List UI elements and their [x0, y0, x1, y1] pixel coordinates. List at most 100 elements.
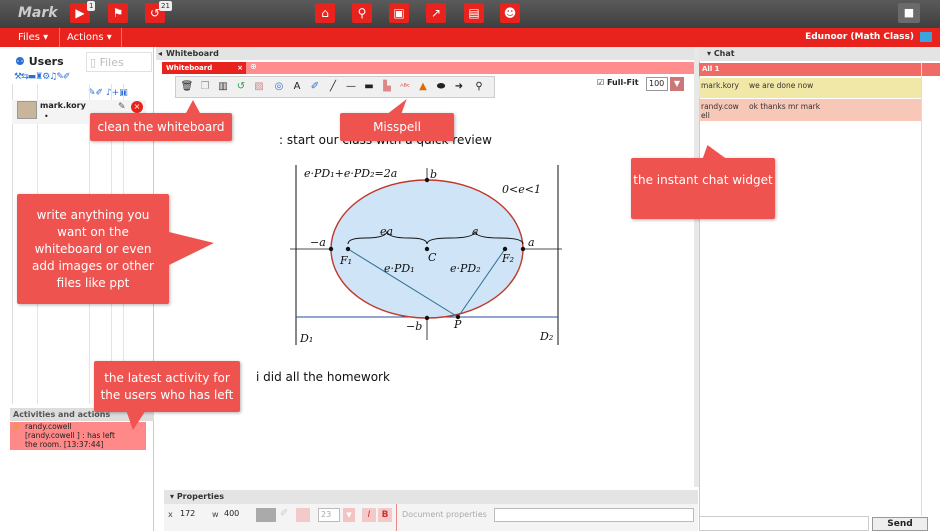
chat-header[interactable]: ▾ Chat	[699, 47, 940, 61]
zoom-input[interactable]: 100	[646, 77, 668, 91]
whiteboard-text-2[interactable]: i did all the homework	[256, 370, 390, 384]
checkbox-icon: ☑	[597, 78, 605, 87]
svg-text:b: b	[430, 168, 437, 181]
chat-text: we are done now	[749, 81, 814, 90]
video-badge: 1	[87, 1, 96, 11]
w-input[interactable]: 400	[222, 508, 252, 522]
chat-text: ok thanks mr mark	[749, 102, 821, 111]
kick-user-button[interactable]: ×	[131, 101, 143, 113]
fullfit-toggle[interactable]: ☑ Full-Fit	[597, 78, 639, 87]
user-tools[interactable]: ⚒⇆▬♜⚙♫✎✐	[14, 72, 70, 82]
rectangle-tool-icon[interactable]: ▬	[362, 80, 376, 94]
whiteboard-header: ◂ Whiteboard	[156, 47, 696, 60]
arrow-tool-icon[interactable]: ➜	[452, 80, 466, 94]
svg-text:C: C	[428, 251, 437, 264]
users-icon: ⚉	[15, 55, 25, 68]
highlighter-icon[interactable]: ▙	[380, 80, 394, 94]
x-label: x	[168, 510, 173, 519]
send-button[interactable]: Send	[872, 517, 928, 531]
search-button[interactable]: ⚲	[352, 3, 372, 23]
font-size-input[interactable]: 23	[318, 508, 340, 522]
save-icon[interactable]: ▥	[216, 80, 230, 94]
chevron-down-icon: ▼	[673, 79, 681, 88]
group-icon: ☻	[503, 6, 517, 20]
svg-text:a: a	[528, 236, 535, 249]
svg-text:e·PD₂: e·PD₂	[450, 262, 481, 275]
font-size-dropdown[interactable]: ▼	[343, 508, 355, 522]
group-button[interactable]: ☻	[500, 3, 520, 23]
whiteboard-toolbar: 🗑 ❐ ▥ ↺ ▨ ◎ A ✐ ╱ — ▬ ▙ ᴬᴮᶜ ▲ ⬬ ➜ ⚲	[175, 76, 495, 98]
room-name: Edunoor (Math Class)	[805, 32, 914, 42]
contact-card-icon: ▣	[393, 6, 405, 20]
w-label: w	[212, 510, 219, 519]
file-icon: ▯	[90, 56, 97, 69]
chat-tab-all[interactable]: All 1	[699, 63, 940, 76]
tab-files[interactable]: ▯ Files	[86, 52, 152, 72]
add-tab-icon[interactable]: ⊕	[250, 62, 257, 71]
ellipse-diagram-image[interactable]: e·PD₁+e·PD₂=2a b 0<e<1 −a a ea a F₁ F₂ C…	[290, 160, 565, 350]
pen-icon[interactable]: ✎	[118, 102, 126, 112]
x-input[interactable]: 172	[178, 508, 210, 522]
chat-user: randy.cow ell	[701, 102, 739, 120]
history-badge: 21	[159, 1, 172, 11]
top-bar: Mark ▶ 1 ⚑ ↺ 21 ⌂ ⚲ ▣ ↗ ▤ ☻ ■	[0, 0, 940, 28]
color-swatch[interactable]	[256, 508, 276, 522]
svg-text:−a: −a	[310, 236, 326, 249]
collapse-icon[interactable]: ◂	[158, 47, 162, 60]
tab-whiteboard[interactable]: Whiteboard ×	[162, 62, 246, 74]
padlock-icon: ■	[903, 6, 915, 19]
eraser-icon[interactable]: ✐	[280, 508, 294, 522]
properties-header[interactable]: ▾ Properties	[164, 490, 698, 504]
svg-text:e·PD₁: e·PD₁	[384, 262, 415, 275]
tab-users[interactable]: ⚉ Users	[12, 52, 84, 72]
ellipse-tool-icon[interactable]: ⬬	[434, 80, 448, 94]
user-name: mark.kory	[40, 101, 86, 110]
svg-text:0<e<1: 0<e<1	[502, 183, 541, 196]
menu-bar: Files ▾ Actions ▾ Edunoor (Math Class)	[0, 28, 940, 47]
home-button[interactable]: ⌂	[315, 3, 335, 23]
pen-tool-icon[interactable]: ✐	[308, 80, 322, 94]
logout-button[interactable]: ■	[898, 3, 920, 23]
search-icon: ⚲	[357, 6, 367, 20]
chat-message: mark.kory we are done now	[699, 78, 921, 98]
line-tool-icon[interactable]: ╱	[326, 80, 340, 94]
bold-button[interactable]: B	[378, 508, 392, 522]
callout-clean: clean the whiteboard	[90, 113, 232, 141]
contacts-button[interactable]: ▣	[389, 3, 409, 23]
svg-text:F₂: F₂	[501, 252, 514, 265]
monitor-icon[interactable]	[920, 32, 932, 42]
svg-text:D₂: D₂	[539, 330, 553, 343]
zoom-tool-icon[interactable]: ⚲	[472, 80, 486, 94]
share-button[interactable]: ↗	[426, 3, 446, 23]
callout-chat-widget: the instant chat widget	[631, 158, 775, 219]
lock-icon: ▤	[468, 6, 480, 20]
warning-icon: ⚠	[12, 422, 21, 432]
play-icon: ▶	[75, 6, 85, 20]
brand-name: Mark	[18, 5, 58, 21]
chat-user: mark.kory	[701, 81, 739, 90]
paint-icon[interactable]: ▲	[416, 80, 430, 94]
document-properties-label: Document properties	[402, 510, 487, 519]
close-tab-icon[interactable]: ×	[237, 62, 243, 74]
callout-write-anything: write anything you want on the whiteboar…	[17, 194, 169, 304]
lock-room-button[interactable]: ▤	[464, 3, 484, 23]
document-properties-input[interactable]	[494, 508, 694, 522]
undo-icon[interactable]: ↺	[234, 80, 248, 94]
fill-color-swatch[interactable]	[296, 508, 310, 522]
clear-whiteboard-icon[interactable]: 🗑	[180, 80, 194, 94]
flag-button[interactable]: ⚑	[108, 3, 128, 23]
image-icon[interactable]: ▨	[252, 80, 266, 94]
zoom-dropdown[interactable]: ▼	[670, 77, 684, 91]
underline-tool-icon[interactable]: —	[344, 80, 358, 94]
italic-button[interactable]: I	[362, 508, 376, 522]
text-tool-icon[interactable]: A	[290, 80, 304, 94]
callout-misspell: Misspell	[340, 113, 454, 141]
chat-message: randy.cow ell ok thanks mr mark	[699, 99, 921, 121]
files-menu[interactable]: Files ▾	[10, 28, 60, 47]
copy-icon[interactable]: ❐	[198, 80, 212, 94]
spell-check-icon[interactable]: ᴬᴮᶜ	[398, 80, 412, 94]
actions-menu[interactable]: Actions ▾	[60, 28, 122, 47]
avatar	[17, 101, 37, 119]
chat-input[interactable]	[699, 516, 869, 531]
target-icon[interactable]: ◎	[272, 80, 286, 94]
